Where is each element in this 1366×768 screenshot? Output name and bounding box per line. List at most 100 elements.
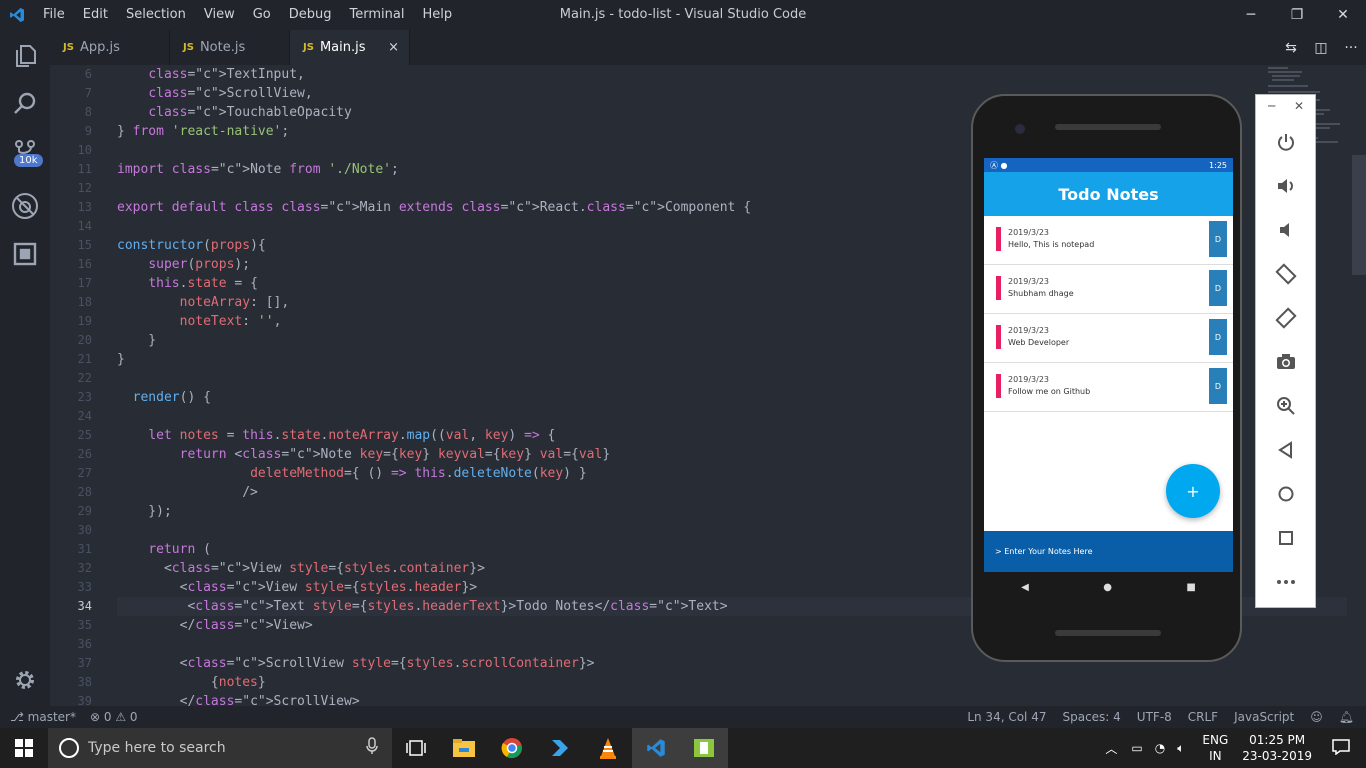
explorer-icon[interactable]: [0, 32, 50, 80]
add-note-button[interactable]: +: [1166, 464, 1220, 518]
camera-screenshot-icon[interactable]: [1271, 347, 1301, 377]
taskbar-clock[interactable]: 01:25 PM 23-03-2019: [1242, 732, 1312, 764]
microphone-icon[interactable]: [366, 737, 378, 759]
indentation[interactable]: Spaces: 4: [1062, 710, 1120, 724]
task-view-icon[interactable]: [392, 728, 440, 768]
file-explorer-icon[interactable]: [440, 728, 488, 768]
menu-go[interactable]: Go: [244, 0, 280, 30]
feedback-smiley-icon[interactable]: ☺: [1310, 710, 1323, 724]
more-options-icon[interactable]: [1271, 567, 1301, 597]
code-line[interactable]: </class="c">ScrollView>: [117, 692, 1347, 706]
delete-note-button[interactable]: D: [1209, 368, 1227, 404]
branch-name: master*: [27, 710, 76, 724]
more-actions-icon[interactable]: ···: [1336, 40, 1366, 56]
cursor-position[interactable]: Ln 34, Col 47: [967, 710, 1046, 724]
delete-note-button[interactable]: D: [1209, 319, 1227, 355]
close-tab-icon[interactable]: ×: [388, 40, 399, 55]
code-line[interactable]: class="c">TextInput,: [117, 65, 1347, 84]
emulator-minimize-icon[interactable]: ─: [1268, 99, 1275, 113]
device-screen[interactable]: Ⓐ ● 1:25 Todo Notes 2019/3/23 Hello, Thi…: [984, 158, 1233, 572]
line-number: 6: [84, 67, 92, 81]
restore-button[interactable]: ❐: [1274, 0, 1320, 30]
back-nav-icon[interactable]: ◀: [1021, 582, 1029, 593]
show-hidden-icons-icon[interactable]: ︿: [1105, 740, 1117, 757]
volume-up-icon[interactable]: [1271, 171, 1301, 201]
menu-help[interactable]: Help: [413, 0, 461, 30]
clock-time: 01:25 PM: [1249, 733, 1306, 747]
tab-label: Note.js: [199, 40, 246, 55]
search-icon[interactable]: [0, 80, 50, 128]
line-number-gutter: 6 7 8 9 10 11 12 13 14 15 16 17 18 19 20 21 22 23 24 25 26 27…: [50, 65, 92, 706]
menu-terminal[interactable]: Terminal: [341, 0, 414, 30]
overview-icon[interactable]: [1271, 523, 1301, 553]
note-text: Hello, This is notepad: [1008, 240, 1095, 249]
line-number: 24: [77, 409, 92, 423]
windows-taskbar: Type here to search ︿ ▭ ◔ 🔈︎ ENG IN 01:2…: [0, 728, 1366, 768]
delete-note-button[interactable]: D: [1209, 221, 1227, 257]
line-number: 31: [77, 542, 92, 556]
extensions-icon[interactable]: [0, 230, 50, 278]
line-number: 23: [77, 390, 92, 404]
emulator-close-icon[interactable]: ✕: [1294, 99, 1304, 113]
menu-file[interactable]: File: [34, 0, 74, 30]
taskbar-search-box[interactable]: Type here to search: [48, 728, 392, 768]
home-nav-icon[interactable]: ●: [1103, 582, 1112, 593]
language-mode[interactable]: JavaScript: [1234, 710, 1294, 724]
power-automate-icon[interactable]: [536, 728, 584, 768]
zoom-icon[interactable]: [1271, 391, 1301, 421]
line-ending[interactable]: CRLF: [1188, 710, 1218, 724]
vscode-window: { "window": { "title": "Main.js - todo-l…: [0, 0, 1366, 768]
menu-view[interactable]: View: [195, 0, 244, 30]
delete-note-button[interactable]: D: [1209, 270, 1227, 306]
notifications-bell-icon[interactable]: 🔔︎: [1339, 710, 1354, 724]
vscode-taskbar-icon[interactable]: [632, 728, 680, 768]
volume-icon[interactable]: 🔈︎: [1177, 741, 1184, 756]
split-editor-icon[interactable]: ◫: [1306, 40, 1336, 56]
settings-gear-icon[interactable]: [0, 656, 50, 704]
git-branch[interactable]: ⎇ master*: [10, 710, 76, 724]
line-number: 22: [77, 371, 92, 385]
tab-note-js[interactable]: JS Note.js: [170, 30, 290, 65]
rotate-right-icon[interactable]: [1271, 303, 1301, 333]
note-date: 2019/3/23: [1008, 326, 1050, 335]
wifi-icon[interactable]: ◔: [1155, 741, 1165, 755]
clock-date: 23-03-2019: [1242, 749, 1312, 763]
encoding[interactable]: UTF-8: [1137, 710, 1172, 724]
language-indicator[interactable]: ENG IN: [1202, 732, 1228, 764]
recents-nav-icon[interactable]: ■: [1186, 582, 1195, 593]
note-accent-bar: [996, 325, 1001, 349]
chrome-icon[interactable]: [488, 728, 536, 768]
note-text: Follow me on Github: [1008, 387, 1091, 396]
search-circle-icon: [59, 738, 79, 758]
debug-icon[interactable]: [0, 182, 50, 230]
source-control-icon[interactable]: [0, 128, 50, 176]
minimize-button[interactable]: ─: [1228, 0, 1274, 30]
rotate-left-icon[interactable]: [1271, 259, 1301, 289]
line-number: 11: [77, 162, 92, 176]
line-number: 9: [84, 124, 92, 138]
note-input[interactable]: > Enter Your Notes Here: [984, 531, 1233, 572]
problems-indicator[interactable]: ⊗ 0 ⚠ 0: [90, 710, 138, 724]
window-controls: ─ ❐ ✕: [1228, 0, 1366, 30]
action-center-icon[interactable]: [1332, 738, 1350, 758]
open-changes-icon[interactable]: ⇆: [1276, 40, 1306, 56]
windows-start-icon[interactable]: [0, 728, 48, 768]
menu-debug[interactable]: Debug: [280, 0, 341, 30]
vlc-icon[interactable]: [584, 728, 632, 768]
code-line[interactable]: {notes}: [117, 673, 1347, 692]
menu-selection[interactable]: Selection: [117, 0, 195, 30]
close-window-button[interactable]: ✕: [1320, 0, 1366, 30]
system-tray: ︿ ▭ ◔ 🔈︎ ENG IN 01:25 PM 23-03-2019: [1097, 728, 1366, 768]
android-emulator-taskbar-icon[interactable]: [680, 728, 728, 768]
tab-app-js[interactable]: JS App.js: [50, 30, 170, 65]
power-icon[interactable]: [1271, 127, 1301, 157]
vertical-scrollbar[interactable]: [1352, 155, 1366, 275]
menu-edit[interactable]: Edit: [74, 0, 117, 30]
home-icon[interactable]: [1271, 479, 1301, 509]
back-icon[interactable]: [1271, 435, 1301, 465]
battery-icon[interactable]: ▭: [1131, 741, 1142, 755]
note-text: Web Developer: [1008, 338, 1070, 347]
note-item: 2019/3/23 Hello, This is notepad D: [984, 216, 1233, 265]
volume-down-icon[interactable]: [1271, 215, 1301, 245]
tab-main-js[interactable]: JS Main.js ×: [290, 30, 410, 65]
